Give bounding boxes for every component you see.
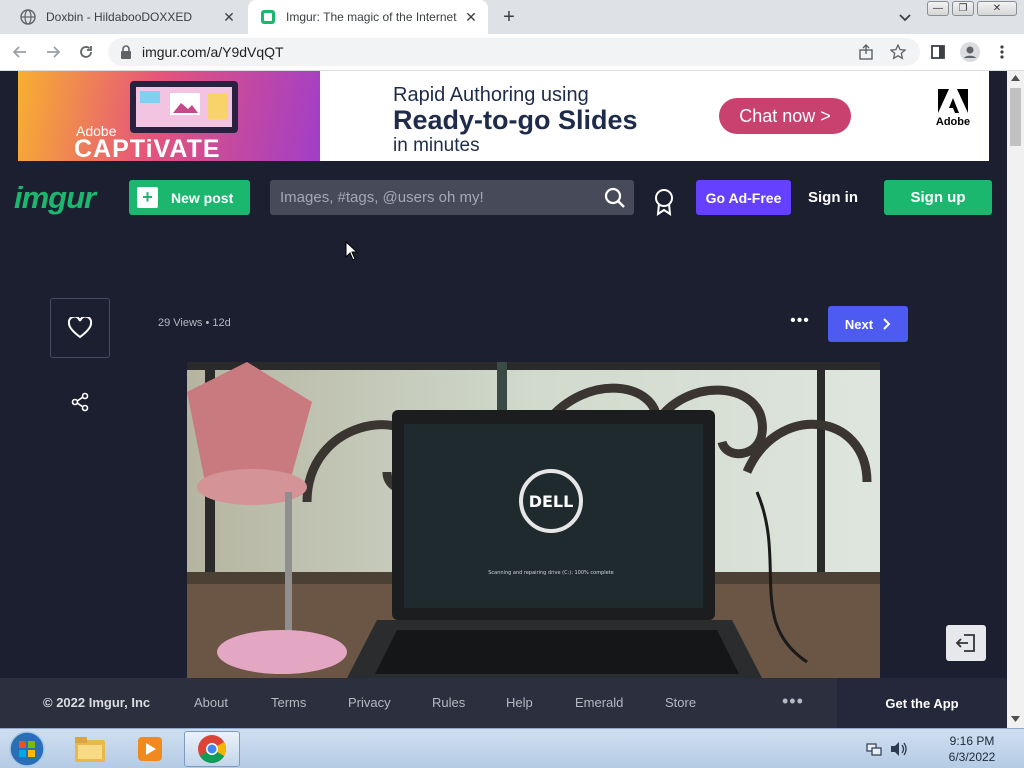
tab-search-chevron-icon[interactable]	[896, 8, 914, 26]
start-button[interactable]	[0, 731, 54, 767]
browser-tab-strip: Doxbin - HildabooDOXXED ✕ Imgur: The mag…	[0, 0, 1024, 34]
taskbar-chrome[interactable]	[184, 731, 240, 767]
imgur-page: Adobe CAPTiVATE Rapid Authoring using Re…	[0, 71, 1007, 728]
search-icon[interactable]	[603, 186, 627, 210]
windows-logo-icon	[9, 731, 45, 767]
bookmark-star-icon[interactable]	[889, 43, 907, 60]
ad-chat-now-button[interactable]: Chat now >	[719, 98, 851, 134]
footer-link-store[interactable]: Store	[665, 695, 696, 710]
clock-time: 9:16 PM	[949, 734, 995, 748]
ad-headline-3: in minutes	[393, 135, 480, 156]
copyright-text: © 2022 Imgur, Inc	[43, 695, 151, 710]
ad-artwork: Adobe CAPTiVATE	[18, 71, 320, 161]
taskbar-media-player[interactable]	[122, 731, 178, 767]
network-icon[interactable]	[866, 741, 882, 757]
tab-doxbin[interactable]: Doxbin - HildabooDOXXED ✕	[0, 0, 246, 34]
scroll-up-arrow-icon[interactable]	[1011, 75, 1020, 81]
profile-avatar-icon[interactable]	[958, 40, 982, 64]
post-image[interactable]: DELL Scanning and repairing drive (C:): …	[187, 362, 880, 678]
sign-up-button[interactable]: Sign up	[884, 180, 992, 215]
browser-toolbar: imgur.com/a/Y9dVqQT	[0, 34, 1024, 71]
laptop-logo-text: DELL	[529, 492, 574, 511]
chevron-right-icon	[883, 318, 891, 330]
close-tab-icon[interactable]: ✕	[220, 8, 238, 26]
go-ad-free-button[interactable]: Go Ad-Free	[696, 180, 791, 215]
folder-icon	[75, 737, 105, 762]
footer-link-about[interactable]: About	[194, 695, 228, 710]
reload-icon[interactable]	[74, 40, 98, 64]
close-window-button[interactable]: ✕	[977, 1, 1017, 16]
media-player-icon	[138, 737, 162, 761]
taskbar-explorer[interactable]	[62, 731, 118, 767]
heart-icon	[68, 317, 92, 339]
next-label: Next	[844, 316, 874, 332]
minimize-button[interactable]: —	[927, 1, 949, 16]
chrome-menu-icon[interactable]	[990, 40, 1014, 64]
globe-icon	[20, 9, 36, 25]
page-scrollbar[interactable]	[1007, 71, 1024, 728]
clock-date: 6/3/2022	[948, 750, 996, 764]
next-post-button[interactable]: Next	[828, 306, 908, 342]
footer-link-rules[interactable]: Rules	[432, 695, 465, 710]
url-text: imgur.com/a/Y9dVqQT	[142, 44, 284, 60]
footer-more-icon[interactable]: •••	[782, 691, 804, 712]
volume-icon[interactable]	[890, 741, 908, 757]
back-icon[interactable]	[8, 40, 32, 64]
forward-icon[interactable]	[41, 40, 65, 64]
adobe-logo: Adobe	[933, 89, 973, 128]
imgur-favicon-icon	[260, 9, 276, 25]
footer-link-terms[interactable]: Terms	[271, 695, 306, 710]
get-the-app-button[interactable]: Get the App	[837, 678, 1007, 728]
address-bar[interactable]: imgur.com/a/Y9dVqQT	[108, 38, 920, 66]
footer-link-help[interactable]: Help	[506, 695, 533, 710]
post-views: 29 Views	[158, 317, 203, 329]
exit-fullscreen-button[interactable]	[946, 625, 986, 661]
scroll-thumb[interactable]	[1010, 88, 1021, 146]
ad-banner[interactable]: Adobe CAPTiVATE Rapid Authoring using Re…	[18, 71, 989, 161]
tab-title: Doxbin - HildabooDOXXED	[46, 10, 193, 24]
ad-headline-2: Ready-to-go Slides	[393, 105, 638, 135]
new-post-button[interactable]: + New post	[129, 180, 250, 215]
new-post-label: New post	[171, 189, 234, 206]
new-tab-button[interactable]: +	[498, 6, 520, 28]
adobe-a-icon	[938, 89, 968, 113]
close-tab-icon[interactable]: ✕	[462, 8, 480, 26]
ad-product: CAPTiVATE	[74, 135, 221, 161]
search-input[interactable]	[270, 180, 634, 215]
chrome-logo-icon	[198, 735, 226, 763]
adobe-logo-text: Adobe	[935, 116, 971, 128]
repair-status-text: Scanning and repairing drive (C:): 100% …	[488, 570, 614, 576]
plus-icon: +	[137, 187, 158, 208]
tab-imgur[interactable]: Imgur: The magic of the Internet ✕	[248, 0, 488, 34]
lock-icon[interactable]	[120, 45, 132, 59]
share-page-icon[interactable]	[858, 44, 874, 60]
favorite-button[interactable]	[50, 298, 110, 358]
page-footer: © 2022 Imgur, Inc About Terms Privacy Ru…	[0, 678, 1007, 728]
scroll-down-arrow-icon[interactable]	[1011, 716, 1020, 722]
ad-headline-1: Rapid Authoring using	[393, 84, 589, 106]
post-age: 12d	[212, 317, 231, 329]
imgur-logo[interactable]: imgur	[14, 180, 96, 216]
windows-taskbar: 9:16 PM 6/3/2022	[0, 728, 1024, 768]
post-options-icon[interactable]: •••	[790, 312, 810, 332]
footer-link-privacy[interactable]: Privacy	[348, 695, 391, 710]
maximize-button[interactable]: ❐	[952, 1, 974, 16]
tab-title: Imgur: The magic of the Internet	[286, 10, 457, 24]
post-meta: 29 Views • 12d	[158, 317, 231, 329]
award-ribbon-icon[interactable]	[652, 188, 676, 217]
share-icon[interactable]	[70, 392, 90, 412]
sign-out-icon	[955, 634, 975, 652]
side-panel-icon[interactable]	[926, 40, 950, 64]
system-clock[interactable]: 9:16 PM 6/3/2022	[920, 733, 1024, 765]
footer-link-emerald[interactable]: Emerald	[575, 695, 623, 710]
mouse-cursor-icon	[345, 241, 359, 261]
sign-in-link[interactable]: Sign in	[808, 189, 858, 206]
